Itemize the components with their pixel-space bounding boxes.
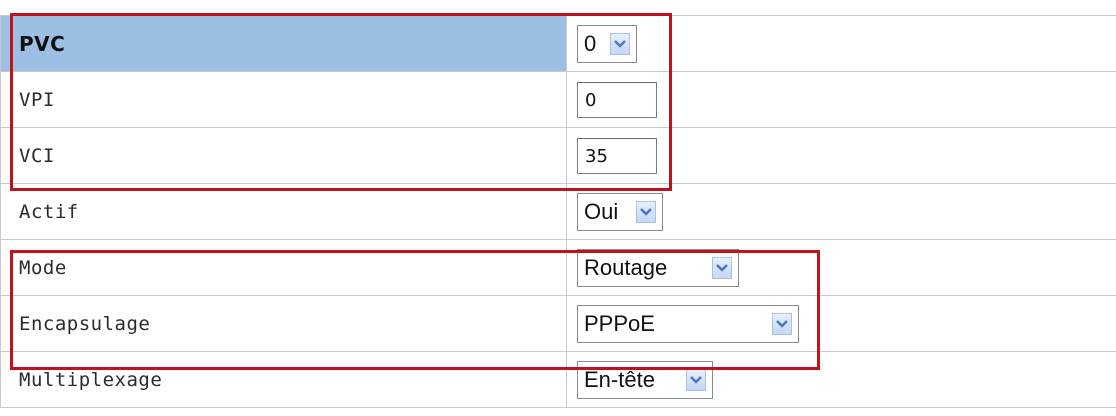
multiplexage-label: Multiplexage bbox=[0, 351, 567, 408]
pvc-select[interactable]: 0 bbox=[577, 24, 637, 63]
mode-select[interactable]: Routage bbox=[577, 248, 739, 287]
row-encapsulage: Encapsulage PPPoE bbox=[0, 295, 1116, 352]
pvc-config-panel: PVC 0 VPI 0 VCI 35 Actif Oui Mode Routag… bbox=[0, 0, 1116, 416]
vci-label: VCI bbox=[0, 127, 567, 184]
row-vci: VCI 35 bbox=[0, 127, 1116, 184]
chevron-down-icon[interactable] bbox=[686, 368, 706, 391]
vpi-label: VPI bbox=[0, 71, 567, 128]
actif-select[interactable]: Oui bbox=[577, 192, 663, 231]
vpi-cell: 0 bbox=[566, 71, 1116, 128]
mode-cell: Routage bbox=[566, 239, 1116, 296]
encapsulage-select[interactable]: PPPoE bbox=[577, 304, 799, 343]
actif-select-value: Oui bbox=[584, 198, 619, 224]
multiplexage-select-value: En-tête bbox=[584, 366, 655, 392]
vpi-input[interactable]: 0 bbox=[577, 81, 657, 118]
row-pvc: PVC 0 bbox=[0, 15, 1116, 72]
vci-cell: 35 bbox=[566, 127, 1116, 184]
actif-cell: Oui bbox=[566, 183, 1116, 240]
encapsulage-cell: PPPoE bbox=[566, 295, 1116, 352]
chevron-down-icon[interactable] bbox=[772, 312, 792, 335]
row-mode: Mode Routage bbox=[0, 239, 1116, 296]
vci-input[interactable]: 35 bbox=[577, 137, 657, 174]
pvc-settings-table: PVC 0 VPI 0 VCI 35 Actif Oui Mode Routag… bbox=[0, 15, 1116, 408]
row-multiplexage: Multiplexage En-tête bbox=[0, 351, 1116, 408]
multiplexage-select[interactable]: En-tête bbox=[577, 360, 713, 399]
multiplexage-cell: En-tête bbox=[566, 351, 1116, 408]
row-vpi: VPI 0 bbox=[0, 71, 1116, 128]
mode-select-value: Routage bbox=[584, 254, 668, 280]
actif-label: Actif bbox=[0, 183, 567, 240]
mode-label: Mode bbox=[0, 239, 567, 296]
encapsulage-label: Encapsulage bbox=[0, 295, 567, 352]
chevron-down-icon[interactable] bbox=[610, 32, 630, 55]
row-actif: Actif Oui bbox=[0, 183, 1116, 240]
pvc-label: PVC bbox=[0, 15, 567, 72]
chevron-down-icon[interactable] bbox=[636, 200, 656, 223]
encapsulage-select-value: PPPoE bbox=[584, 310, 655, 336]
pvc-cell: 0 bbox=[566, 15, 1116, 72]
chevron-down-icon[interactable] bbox=[712, 256, 732, 279]
pvc-select-value: 0 bbox=[584, 30, 597, 56]
